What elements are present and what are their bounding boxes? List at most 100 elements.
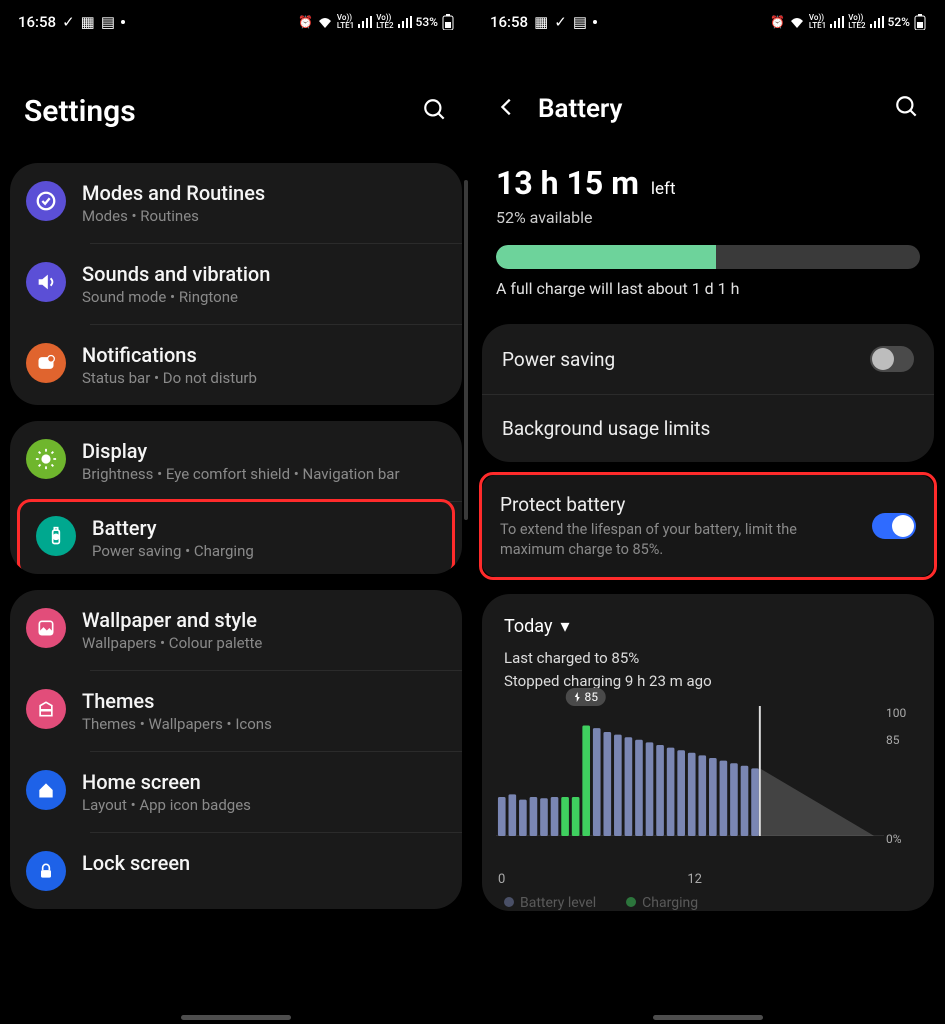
signal1-icon xyxy=(358,16,372,28)
status-doc-icon: ▤ xyxy=(573,13,587,31)
item-battery[interactable]: Battery Power saving • Charging xyxy=(17,499,455,574)
chart-svg xyxy=(496,706,884,836)
status-image-icon: ▦ xyxy=(534,13,548,31)
protect-sub: To extend the lifespan of your battery, … xyxy=(500,520,820,559)
item-modes-routines[interactable]: Modes and Routines Modes • Routines xyxy=(10,163,462,243)
volte2-icon: Vo))LTE2 xyxy=(848,14,865,30)
settings-group: Wallpaper and style Wallpapers • Colour … xyxy=(10,590,462,909)
protect-title: Protect battery xyxy=(500,493,858,516)
volte1-icon: Vo))LTE1 xyxy=(809,14,826,30)
status-more-icon xyxy=(593,20,597,24)
home-icon xyxy=(26,770,66,810)
protect-battery-toggle[interactable] xyxy=(872,513,916,539)
themes-icon xyxy=(26,689,66,729)
battery-summary[interactable]: 13 h 15 m left 52% available A full char… xyxy=(472,152,944,306)
item-title: Lock screen xyxy=(82,851,446,875)
item-title: Wallpaper and style xyxy=(82,608,446,632)
item-notifications[interactable]: Notifications Status bar • Do not distur… xyxy=(10,325,462,405)
item-lock-screen[interactable]: Lock screen xyxy=(10,833,462,909)
status-image-icon: ▦ xyxy=(81,13,95,31)
item-sub: Sound mode • Ringtone xyxy=(82,288,446,306)
battery-pct: 53% xyxy=(416,15,438,29)
settings-group: Display Brightness • Eye comfort shield … xyxy=(10,421,462,574)
item-display[interactable]: Display Brightness • Eye comfort shield … xyxy=(10,421,462,501)
battery-icon xyxy=(442,14,454,30)
wallpaper-icon xyxy=(26,608,66,648)
page-title: Settings xyxy=(24,94,422,129)
battery-screen: 16:58 ▦ ✓ ▤ ⏰ Vo))LTE1 Vo))LTE2 52% xyxy=(472,0,944,1024)
status-doc-icon: ▤ xyxy=(101,13,115,31)
back-icon[interactable] xyxy=(496,96,518,122)
item-wallpaper[interactable]: Wallpaper and style Wallpapers • Colour … xyxy=(10,590,462,670)
status-more-icon xyxy=(121,20,125,24)
battery-available: 52% available xyxy=(496,208,920,227)
battery-bar-fill xyxy=(496,245,716,269)
item-title: Themes xyxy=(82,689,446,713)
item-title: Display xyxy=(82,439,446,463)
power-saving-toggle[interactable] xyxy=(870,346,914,372)
item-title: Notifications xyxy=(82,343,446,367)
row-power-saving[interactable]: Power saving xyxy=(482,324,934,394)
volte2-icon: Vo))LTE2 xyxy=(376,14,393,30)
wifi-icon xyxy=(317,16,333,28)
row-bg-limits[interactable]: Background usage limits xyxy=(482,394,934,462)
today-dropdown[interactable]: Today ▾ xyxy=(492,602,924,643)
signal1-icon xyxy=(830,16,844,28)
battery-header: Battery xyxy=(472,34,944,152)
status-app-icon: ✓ xyxy=(62,13,75,31)
signal2-icon xyxy=(870,16,884,28)
signal2-icon xyxy=(398,16,412,28)
chevron-down-icon: ▾ xyxy=(560,616,569,637)
item-home-screen[interactable]: Home screen Layout • App icon badges xyxy=(10,752,462,832)
chart-legend: Battery level Charging xyxy=(492,887,924,911)
item-sounds[interactable]: Sounds and vibration Sound mode • Ringto… xyxy=(10,244,462,324)
nav-handle[interactable] xyxy=(653,1015,763,1020)
lock-icon xyxy=(26,851,66,891)
chart-marker: 85 xyxy=(565,688,606,706)
battery-chart: 85 100 85 0% xyxy=(496,706,920,866)
settings-header: Settings xyxy=(0,34,472,157)
alarm-icon: ⏰ xyxy=(770,15,785,29)
page-title: Battery xyxy=(538,94,894,124)
row-title: Power saving xyxy=(502,348,615,371)
item-sub: Modes • Routines xyxy=(82,207,446,225)
settings-group: Modes and Routines Modes • Routines Soun… xyxy=(10,163,462,405)
notifications-icon xyxy=(26,343,66,383)
wifi-icon xyxy=(789,16,805,28)
item-sub: Themes • Wallpapers • Icons xyxy=(82,715,446,733)
battery-pct: 52% xyxy=(888,15,910,29)
item-sub: Power saving • Charging xyxy=(92,542,436,560)
battery-icon xyxy=(914,14,926,30)
item-themes[interactable]: Themes Themes • Wallpapers • Icons xyxy=(10,671,462,751)
full-charge-note: A full charge will last about 1 d 1 h xyxy=(496,279,920,298)
item-title: Battery xyxy=(92,516,436,540)
search-icon[interactable] xyxy=(422,97,448,127)
time-remaining: 13 h 15 m left xyxy=(496,164,920,202)
battery-bar xyxy=(496,245,920,269)
battery-options-group: Power saving Background usage limits xyxy=(482,324,934,462)
row-title: Background usage limits xyxy=(502,417,710,440)
item-title: Modes and Routines xyxy=(82,181,446,205)
item-sub: Layout • App icon badges xyxy=(82,796,446,814)
charge-info: Last charged to 85% Stopped charging 9 h… xyxy=(492,643,924,702)
item-title: Home screen xyxy=(82,770,446,794)
status-app-icon: ✓ xyxy=(554,13,567,31)
item-title: Sounds and vibration xyxy=(82,262,446,286)
nav-handle[interactable] xyxy=(181,1015,291,1020)
settings-screen: 16:58 ✓ ▦ ▤ ⏰ Vo))LTE1 Vo))LTE2 53% xyxy=(0,0,472,1024)
status-time: 16:58 xyxy=(490,13,528,31)
item-sub: Brightness • Eye comfort shield • Naviga… xyxy=(82,465,446,483)
usage-chart-group[interactable]: Today ▾ Last charged to 85% Stopped char… xyxy=(482,594,934,911)
x-axis-labels: 0 12 xyxy=(492,866,924,887)
item-sub: Wallpapers • Colour palette xyxy=(82,634,446,652)
sound-icon xyxy=(26,262,66,302)
status-bar: 16:58 ✓ ▦ ▤ ⏰ Vo))LTE1 Vo))LTE2 53% xyxy=(0,0,472,34)
protect-battery-card[interactable]: Protect battery To extend the lifespan o… xyxy=(479,472,937,580)
item-sub: Status bar • Do not disturb xyxy=(82,369,446,387)
volte1-icon: Vo))LTE1 xyxy=(337,14,354,30)
display-icon xyxy=(26,439,66,479)
modes-icon xyxy=(26,181,66,221)
search-icon[interactable] xyxy=(894,94,920,124)
scrollbar[interactable] xyxy=(464,180,468,520)
status-bar: 16:58 ▦ ✓ ▤ ⏰ Vo))LTE1 Vo))LTE2 52% xyxy=(472,0,944,34)
